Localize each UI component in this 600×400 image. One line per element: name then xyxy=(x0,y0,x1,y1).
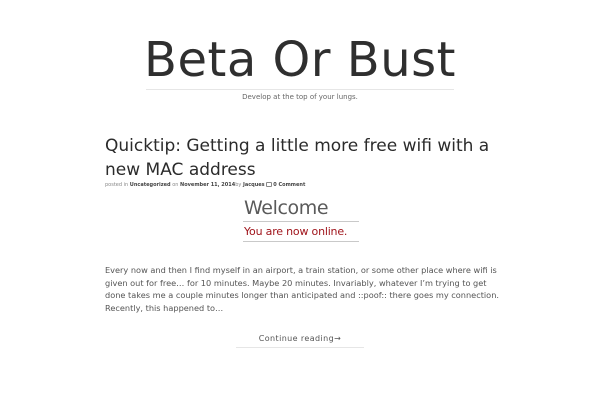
on-label: on xyxy=(172,182,179,188)
post-title[interactable]: Quicktip: Getting a little more free wif… xyxy=(105,134,505,182)
post-author-link[interactable]: Jacques xyxy=(243,182,265,188)
site-title[interactable]: Beta Or Bust xyxy=(0,30,600,90)
online-divider xyxy=(243,241,359,242)
posted-in-label: posted in xyxy=(105,182,129,188)
post-excerpt: Every now and then I find myself in an a… xyxy=(105,265,499,313)
site-tagline: Develop at the top of your lungs. xyxy=(242,93,358,101)
welcome-divider xyxy=(243,221,359,222)
header-divider xyxy=(146,89,454,90)
arrow-right-icon: → xyxy=(334,334,342,343)
welcome-screenshot-image: Welcome You are now online. xyxy=(242,194,362,246)
continue-reading-label: Continue reading xyxy=(258,334,335,343)
post-date-link[interactable]: November 11, 2014 xyxy=(180,182,235,188)
continue-divider xyxy=(236,347,364,348)
post-category-link[interactable]: Uncategorized xyxy=(130,182,171,188)
online-status-text: You are now online. xyxy=(244,225,348,238)
by-label: by xyxy=(235,182,242,188)
continue-reading-link[interactable]: Continue reading→ xyxy=(236,333,364,345)
welcome-heading: Welcome xyxy=(244,197,329,219)
post-meta: posted in Uncategorized on November 11, … xyxy=(105,181,505,189)
comment-icon xyxy=(266,182,273,187)
post-comments-link[interactable]: 0 Comment xyxy=(273,182,305,188)
